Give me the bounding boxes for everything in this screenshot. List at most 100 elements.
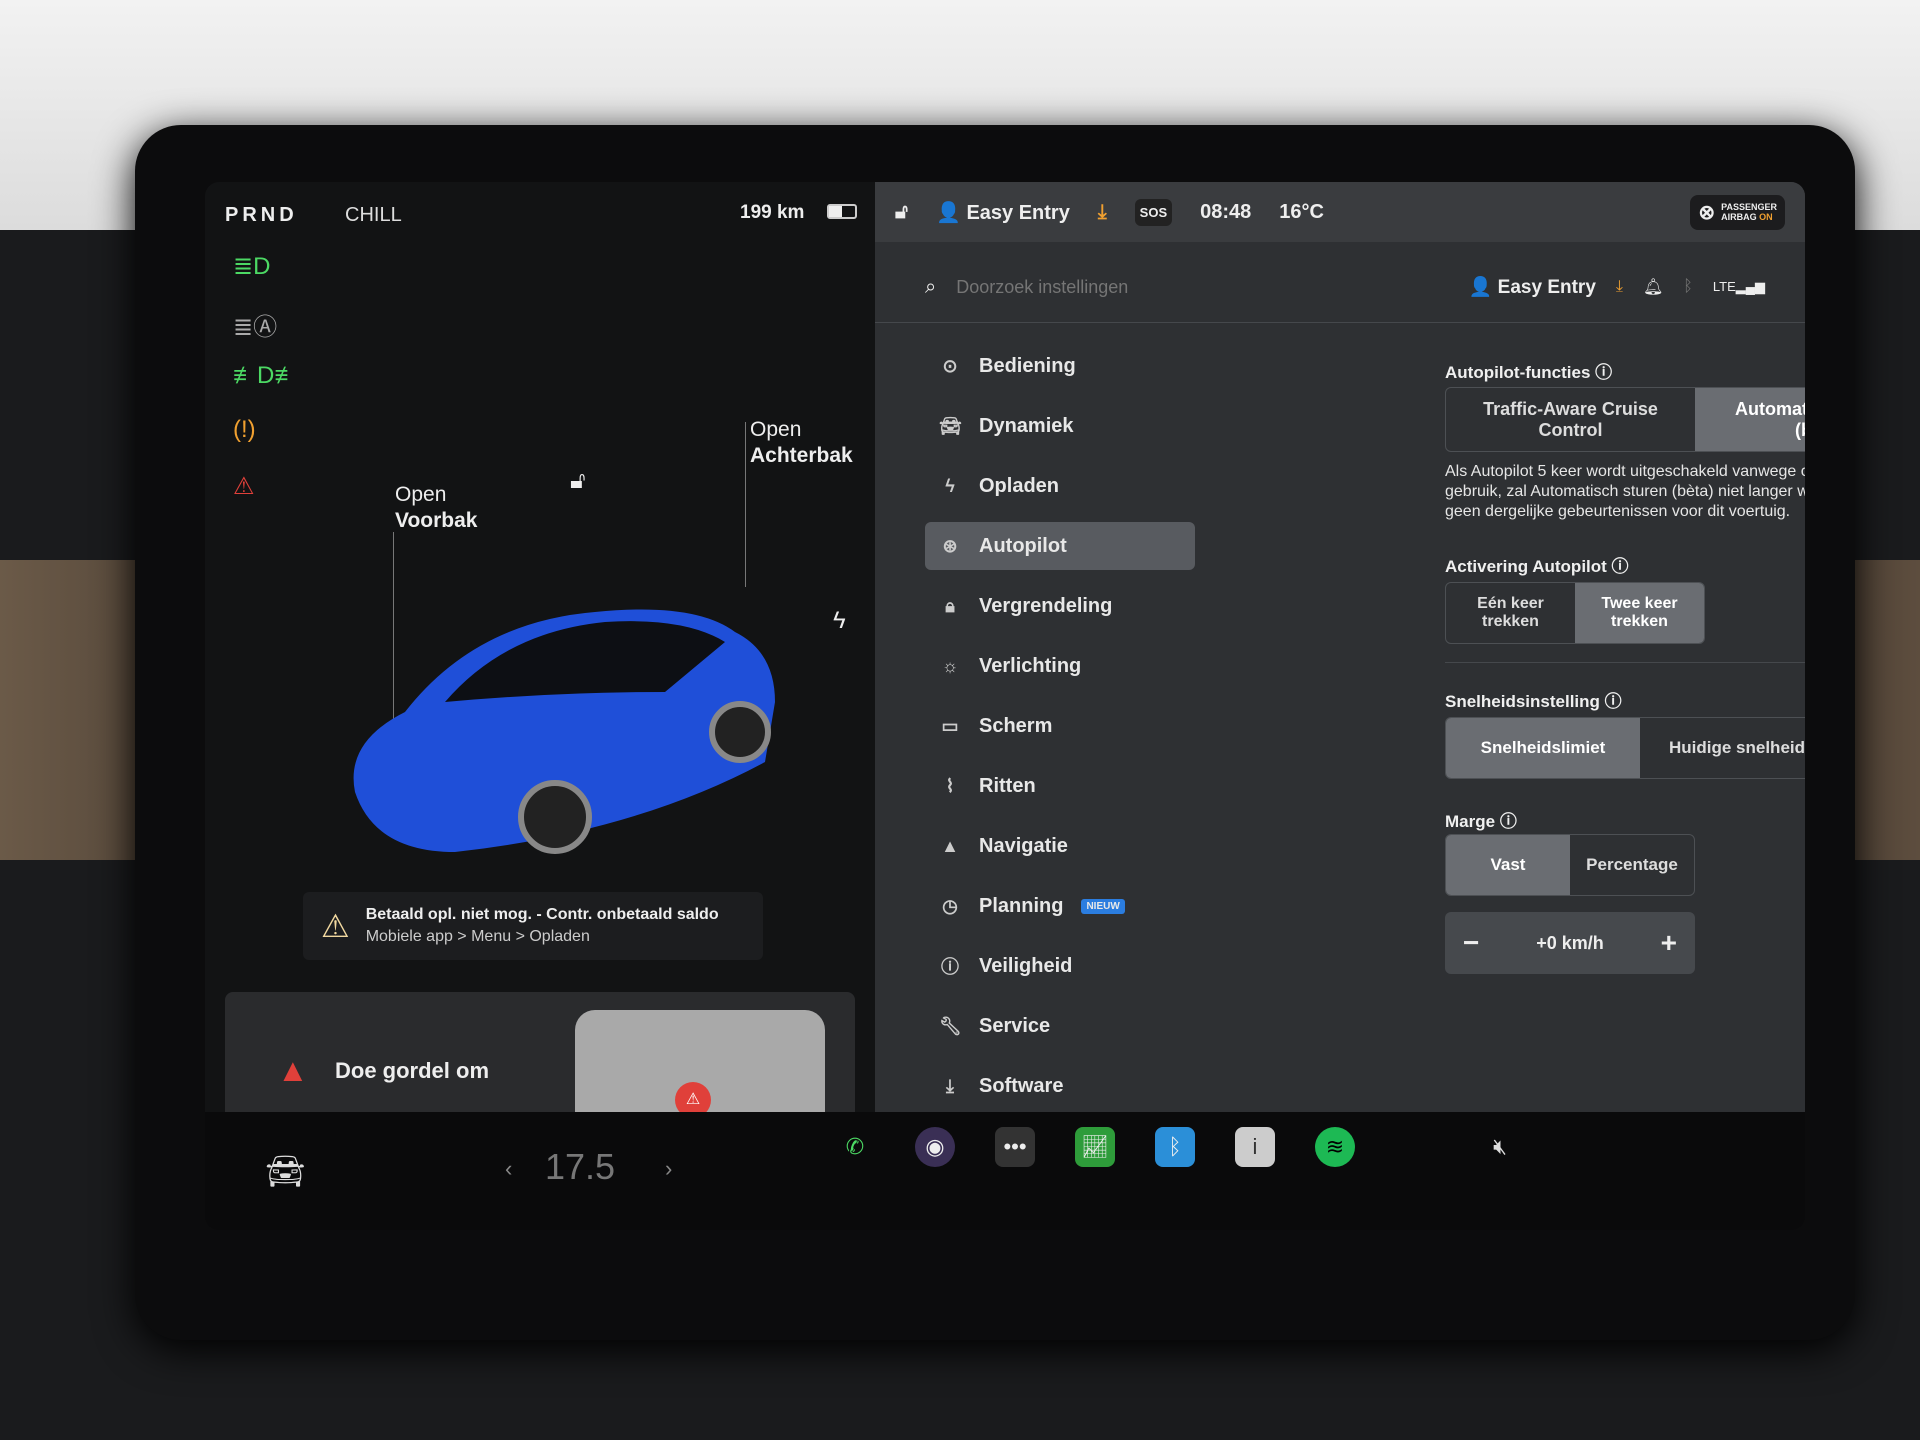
- download-icon[interactable]: ⤓: [1616, 278, 1623, 296]
- decrease-button[interactable]: −: [1463, 927, 1479, 959]
- speed-toggle: Snelheidslimiet Huidige snelheid: [1445, 717, 1805, 779]
- menu-item-scherm[interactable]: ▭ Scherm: [925, 702, 1195, 750]
- safety-icon: ⓘ: [941, 957, 959, 977]
- charging-alert[interactable]: ⚠ Betaald opl. niet mog. - Contr. onbeta…: [303, 892, 763, 960]
- menu-item-dynamiek[interactable]: 🚘︎ Dynamiek: [925, 402, 1195, 450]
- option-single-pull[interactable]: Eén keer trekken: [1446, 583, 1575, 643]
- settings-panel: 🔓︎ 👤 Easy Entry ⤓ SOS 08:48 16°C ⊗ PASSE…: [875, 182, 1805, 1112]
- info-icon[interactable]: ⓘ: [1500, 812, 1517, 831]
- search-input[interactable]: [956, 276, 1337, 298]
- energy-app-icon[interactable]: 📈︎: [1075, 1127, 1115, 1167]
- warning-icon: ⚠: [321, 908, 350, 944]
- temp-down-icon[interactable]: ‹: [505, 1156, 512, 1182]
- clock-icon: ◷: [942, 895, 958, 916]
- airbag-icon: ⊗: [1698, 201, 1716, 224]
- option-autosteer[interactable]: Automatisch sturen (bèta): [1695, 388, 1805, 451]
- more-apps-icon[interactable]: •••: [995, 1127, 1035, 1167]
- menu-item-bediening[interactable]: ⊙ Bediening: [925, 342, 1195, 390]
- menu-item-navigatie[interactable]: ▲ Navigatie: [925, 822, 1195, 870]
- camera-icon[interactable]: ◉: [915, 1127, 955, 1167]
- option-speed-limit[interactable]: Snelheidslimiet: [1446, 718, 1640, 778]
- menu-item-verlichting[interactable]: ☼ Verlichting: [925, 642, 1195, 690]
- wrench-icon: 🔧︎: [939, 1015, 962, 1036]
- menu-item-software[interactable]: ⤓ Software: [925, 1062, 1195, 1110]
- menu-item-autopilot[interactable]: ⊛ Autopilot: [925, 522, 1195, 570]
- display-icon: ▭: [941, 715, 959, 736]
- info-icon[interactable]: ⓘ: [1612, 557, 1629, 576]
- battery-icon: [827, 204, 857, 219]
- unlock-icon[interactable]: 🔓︎: [570, 467, 586, 495]
- menu-item-opladen[interactable]: ϟ Opladen: [925, 462, 1195, 510]
- profile-status[interactable]: 👤 Easy Entry: [936, 200, 1070, 225]
- alert-subtitle: Mobiele app > Menu > Opladen: [365, 928, 590, 945]
- sos-button[interactable]: SOS: [1134, 198, 1173, 226]
- option-percentage[interactable]: Percentage: [1570, 835, 1694, 895]
- divider: [875, 322, 1805, 323]
- touchscreen: PRND CHILL 199 km ≣D ≣Ⓐ ≢D≢ (!) ⚠ Open Vo…: [205, 182, 1805, 1230]
- margin-title-text: Marge: [1445, 812, 1496, 831]
- menu-item-label: Scherm: [979, 714, 1053, 737]
- search-bar[interactable]: ⌕ 👤 Easy Entry ⤓ 🔔︎ ᛒ LTE▂▄▆: [925, 262, 1785, 312]
- bluetooth-app-icon[interactable]: ᛒ: [1155, 1127, 1195, 1167]
- option-current-speed[interactable]: Huidige snelheid: [1640, 718, 1805, 778]
- increase-button[interactable]: +: [1661, 927, 1677, 959]
- toggle-icon: ⊙: [942, 355, 958, 376]
- search-icon: ⌕: [925, 275, 937, 298]
- trunk-open-text: Open: [750, 418, 802, 441]
- lock-status-icon[interactable]: 🔓︎: [895, 201, 908, 224]
- menu-item-label: Software: [979, 1074, 1064, 1097]
- bolt-icon: ϟ: [945, 475, 955, 496]
- spotify-icon[interactable]: ≋: [1315, 1127, 1355, 1167]
- download-icon: ⤓: [946, 1075, 954, 1096]
- menu-item-label: Dynamiek: [979, 414, 1074, 437]
- cabin-temp[interactable]: 17.5: [545, 1146, 615, 1188]
- clock: 08:48: [1200, 200, 1252, 223]
- alert-triangle-icon: ▲: [277, 1052, 309, 1088]
- headlights-icon: ≣D: [233, 253, 271, 280]
- menu-item-label: Opladen: [979, 474, 1060, 497]
- option-double-pull[interactable]: Twee keer trekken: [1575, 583, 1704, 643]
- drive-mode: CHILL: [345, 204, 402, 226]
- menu-item-label: Ritten: [979, 774, 1036, 797]
- functions-title: Autopilot-functies ⓘ: [1445, 358, 1612, 383]
- sun-icon: ☼: [941, 655, 959, 676]
- car-icon[interactable]: 🚘︎: [265, 1152, 306, 1190]
- frunk-label[interactable]: Open Voorbak: [395, 482, 477, 534]
- gear-indicator: PRND: [225, 204, 298, 226]
- activation-toggle: Eén keer trekken Twee keer trekken: [1445, 582, 1705, 644]
- menu-item-ritten[interactable]: ⌇ Ritten: [925, 762, 1195, 810]
- notification-bell-icon[interactable]: 🔔︎: [1643, 277, 1663, 297]
- temp-up-icon[interactable]: ›: [665, 1156, 672, 1182]
- auto-highbeam-icon: ≣Ⓐ: [233, 314, 278, 341]
- lock-icon: 🔒︎: [945, 595, 955, 616]
- menu-item-label: Autopilot: [979, 534, 1067, 557]
- airbag-label: PASSENGER: [1721, 202, 1777, 212]
- profile-button[interactable]: 👤 Easy Entry: [1469, 275, 1596, 299]
- update-icon[interactable]: ⤓: [1098, 201, 1107, 224]
- alert-title: Betaald opl. niet mog. - Contr. onbetaal…: [365, 906, 719, 923]
- new-badge: NIEUW: [1081, 898, 1125, 914]
- activation-title-text: Activering Autopilot: [1445, 557, 1607, 576]
- trunk-label[interactable]: Open Achterbak: [750, 417, 853, 469]
- menu-item-service[interactable]: 🔧︎ Service: [925, 1002, 1195, 1050]
- bluetooth-icon[interactable]: ᛒ: [1683, 278, 1693, 296]
- car-model-image: [353, 609, 775, 854]
- speed-title-text: Snelheidsinstelling: [1445, 692, 1600, 711]
- volume-mute-icon[interactable]: 🔇︎: [1480, 1127, 1520, 1167]
- phone-icon[interactable]: ✆: [835, 1127, 875, 1167]
- margin-toggle: Vast Percentage: [1445, 834, 1695, 896]
- menu-item-planning[interactable]: ◷ Planning NIEUW: [925, 882, 1195, 930]
- option-fixed[interactable]: Vast: [1446, 835, 1570, 895]
- info-icon[interactable]: ⓘ: [1605, 692, 1622, 711]
- info-icon[interactable]: ⓘ: [1595, 363, 1612, 382]
- seatbelt-warning-icon: ⚠: [233, 473, 255, 500]
- functions-title-text: Autopilot-functies: [1445, 363, 1591, 382]
- option-tacc[interactable]: Traffic-Aware Cruise Control: [1446, 388, 1695, 451]
- menu-item-vergrendeling[interactable]: 🔒︎ Vergrendeling: [925, 582, 1195, 630]
- offset-stepper: − +0 km/h +: [1445, 912, 1695, 974]
- car-panel: PRND CHILL 199 km ≣D ≣Ⓐ ≢D≢ (!) ⚠ Open Vo…: [205, 182, 875, 1157]
- manual-app-icon[interactable]: i: [1235, 1127, 1275, 1167]
- divider: [1445, 662, 1805, 663]
- frunk-open-text: Open: [395, 483, 447, 506]
- menu-item-veiligheid[interactable]: ⓘ Veiligheid: [925, 942, 1195, 990]
